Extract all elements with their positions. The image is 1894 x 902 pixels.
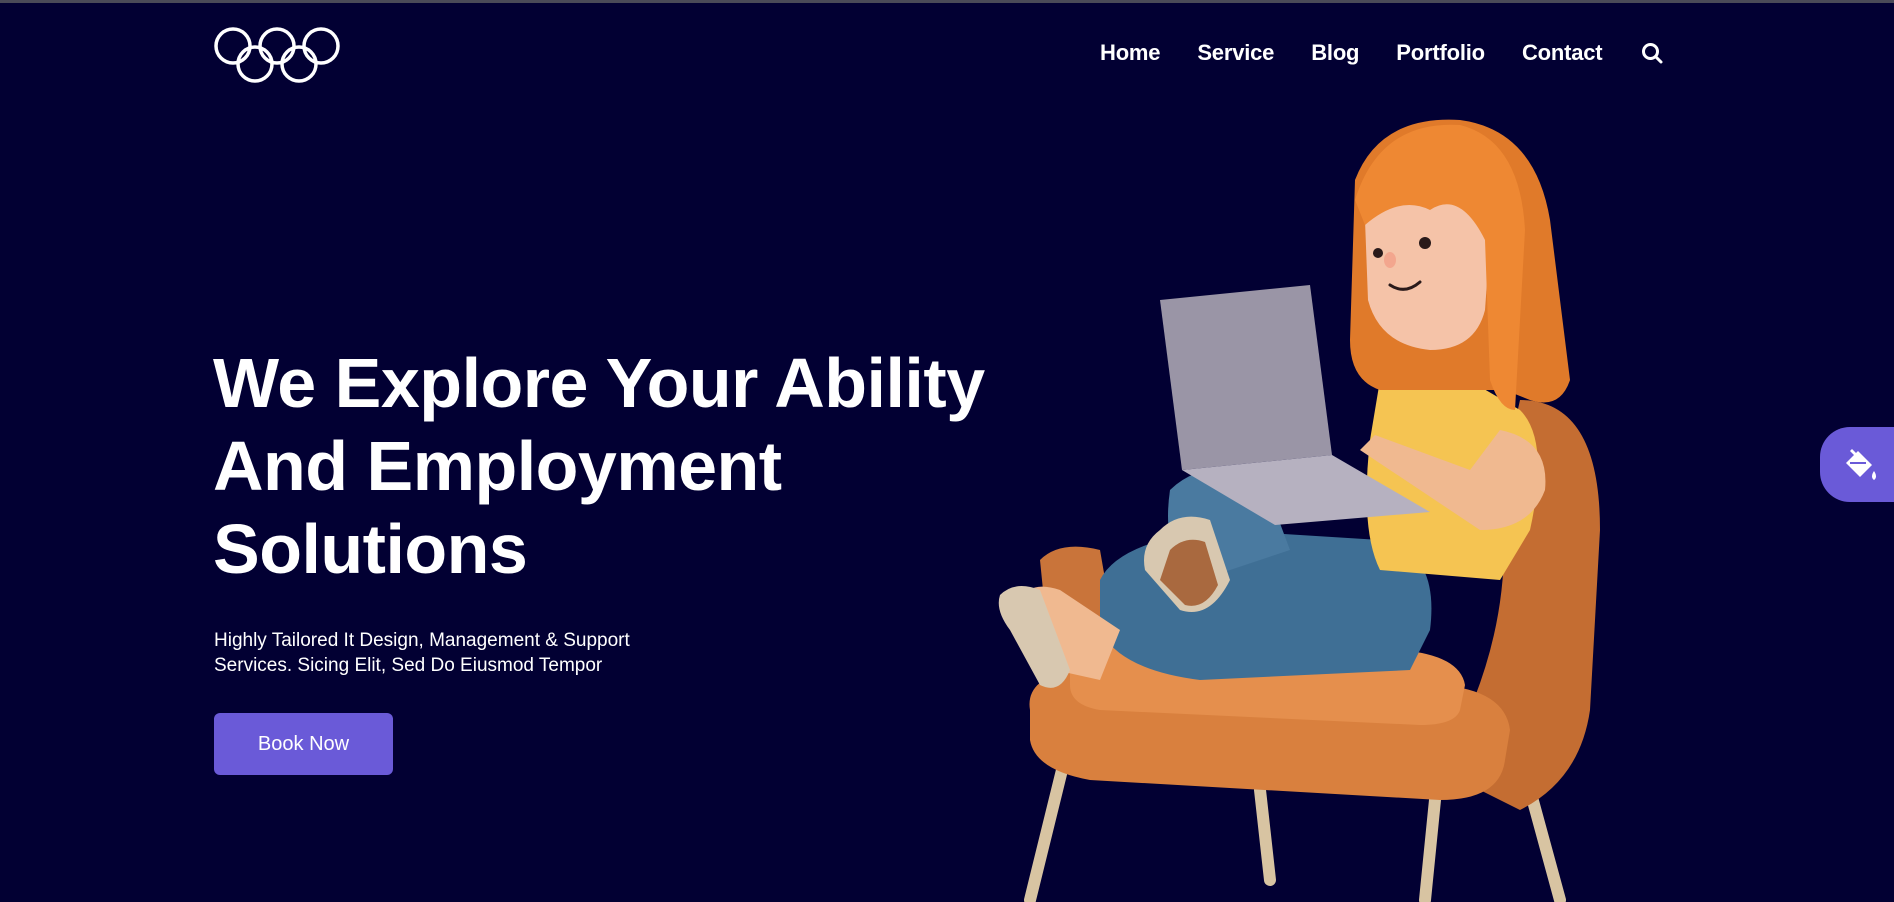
- hero-subtitle-line: Services. Sicing Elit, Sed Do Eiusmod Te…: [214, 655, 603, 676]
- hero-title-line: And Employment: [213, 427, 782, 505]
- theme-settings-button[interactable]: [1820, 427, 1894, 502]
- nav-blog[interactable]: Blog: [1311, 40, 1359, 66]
- hero-title-line: We Explore Your Ability: [213, 344, 985, 422]
- page: Home Service Blog Portfolio Contact We E…: [0, 0, 1894, 902]
- nav-service[interactable]: Service: [1197, 40, 1274, 66]
- hero-title: We Explore Your Ability And Employment S…: [213, 342, 1013, 591]
- nav-portfolio[interactable]: Portfolio: [1396, 40, 1485, 66]
- hero-illustration: [998, 119, 1600, 902]
- book-now-button[interactable]: Book Now: [214, 713, 393, 775]
- nav-home[interactable]: Home: [1100, 40, 1161, 66]
- hero-title-line: Solutions: [213, 510, 528, 588]
- hero-subtitle: Highly Tailored It Design, Management & …: [214, 628, 694, 678]
- rings-logo[interactable]: [213, 26, 341, 86]
- hero-subtitle-line: Highly Tailored It Design, Management & …: [214, 630, 630, 651]
- main-nav: Home Service Blog Portfolio Contact: [1100, 40, 1664, 66]
- paint-bucket-icon: [1846, 448, 1876, 480]
- search-icon[interactable]: [1640, 41, 1664, 65]
- top-border: [0, 0, 1894, 3]
- nav-contact[interactable]: Contact: [1522, 40, 1603, 66]
